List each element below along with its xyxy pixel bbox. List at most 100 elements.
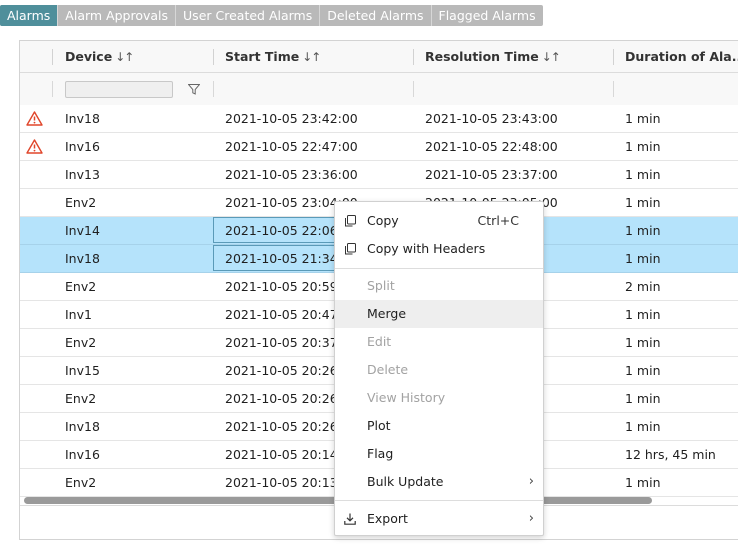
cell-start-time[interactable]: 2021-10-05 20:14 [225, 441, 338, 468]
menu-item-export[interactable]: Export › [335, 505, 543, 533]
menu-item-merge[interactable]: Merge [335, 300, 543, 328]
menu-divider [335, 500, 543, 501]
menu-item-label: Export [367, 511, 408, 526]
tab-alarm-approvals[interactable]: Alarm Approvals [58, 5, 175, 26]
column-header-duration[interactable]: Duration of Ala... [625, 41, 738, 72]
cell-duration[interactable]: 1 min [625, 133, 661, 160]
cell-start-time[interactable]: 2021-10-05 23:36:00 [225, 161, 358, 188]
column-header-device[interactable]: Device ↓↑ [65, 41, 134, 72]
tab-deleted-alarms[interactable]: Deleted Alarms [320, 5, 430, 26]
cell-start-time[interactable]: 2021-10-05 20:59 [225, 273, 338, 300]
table-row[interactable]: Inv18 2021-10-05 23:42:00 2021-10-05 23:43… [20, 105, 738, 133]
sort-icon[interactable]: ↓↑ [542, 50, 561, 64]
cell-duration[interactable]: 12 hrs, 45 min [625, 441, 716, 468]
cell-duration[interactable]: 1 min [625, 385, 661, 412]
menu-item-copy[interactable]: Copy Ctrl+C [335, 207, 543, 235]
device-filter-input[interactable] [65, 81, 173, 98]
cell-duration[interactable]: 1 min [625, 357, 661, 384]
column-header-label: Resolution Time [425, 49, 539, 64]
cell-device[interactable]: Inv18 [65, 245, 100, 272]
menu-item-label: Copy [367, 213, 399, 228]
cell-duration[interactable]: 2 min [625, 273, 661, 300]
context-menu: Copy Ctrl+C Copy with Headers Split Merg… [334, 201, 544, 536]
column-header-start-time[interactable]: Start Time ↓↑ [225, 41, 321, 72]
menu-item-label: Bulk Update [367, 474, 444, 489]
cell-device[interactable]: Inv13 [65, 161, 100, 188]
cell-duration[interactable]: 1 min [625, 469, 661, 496]
tab-bar: Alarms Alarm Approvals User Created Alar… [0, 0, 738, 29]
menu-item-split: Split [335, 272, 543, 300]
cell-device[interactable]: Inv15 [65, 357, 100, 384]
menu-item-label: Delete [367, 362, 409, 377]
cell-device[interactable]: Env2 [65, 385, 96, 412]
column-divider[interactable] [413, 49, 414, 65]
menu-item-label: View History [367, 390, 446, 405]
filter-divider [413, 81, 414, 97]
tab-user-created-alarms[interactable]: User Created Alarms [176, 5, 319, 26]
cell-start-time[interactable]: 2021-10-05 21:34 [225, 245, 338, 272]
cell-device[interactable]: Inv1 [65, 301, 92, 328]
column-divider[interactable] [213, 49, 214, 65]
cell-device[interactable]: Env2 [65, 189, 96, 216]
menu-item-label: Flag [367, 446, 394, 461]
tab-flagged-alarms[interactable]: Flagged Alarms [432, 5, 543, 26]
cell-duration[interactable]: 1 min [625, 105, 661, 132]
cell-device[interactable]: Env2 [65, 273, 96, 300]
menu-item-label: Plot [367, 418, 391, 433]
cell-start-time[interactable]: 2021-10-05 22:06 [225, 217, 338, 244]
menu-item-label: Merge [367, 306, 407, 321]
table-row[interactable]: Inv16 2021-10-05 22:47:00 2021-10-05 22:48… [20, 133, 738, 161]
menu-item-label: Copy with Headers [367, 241, 486, 256]
cell-device[interactable]: Inv16 [65, 441, 100, 468]
cell-duration[interactable]: 1 min [625, 245, 661, 272]
cell-start-time[interactable]: 2021-10-05 20:26 [225, 357, 338, 384]
cell-duration[interactable]: 1 min [625, 189, 661, 216]
cell-start-time[interactable]: 2021-10-05 23:42:00 [225, 105, 358, 132]
cell-start-time[interactable]: 2021-10-05 20:26 [225, 413, 338, 440]
cell-start-time[interactable]: 2021-10-05 20:13 [225, 469, 338, 496]
tab-alarms[interactable]: Alarms [0, 5, 58, 26]
download-icon [344, 513, 356, 525]
cell-start-time[interactable]: 2021-10-05 20:37 [225, 329, 338, 356]
cell-resolution-time[interactable]: 2021-10-05 23:43:00 [425, 105, 558, 132]
cell-duration[interactable]: 1 min [625, 329, 661, 356]
cell-device[interactable]: Inv14 [65, 217, 100, 244]
cell-start-time[interactable]: 2021-10-05 20:47 [225, 301, 338, 328]
cell-duration[interactable]: 1 min [625, 413, 661, 440]
sort-icon[interactable]: ↓↑ [302, 50, 321, 64]
cell-device[interactable]: Env2 [65, 469, 96, 496]
column-header-resolution-time[interactable]: Resolution Time ↓↑ [425, 41, 561, 72]
menu-item-edit: Edit [335, 328, 543, 356]
column-divider[interactable] [613, 49, 614, 65]
copy-icon [345, 243, 356, 255]
table-row[interactable]: Inv13 2021-10-05 23:36:00 2021-10-05 23:37… [20, 161, 738, 189]
cell-duration[interactable]: 1 min [625, 217, 661, 244]
filter-divider [213, 81, 214, 97]
shortcut-label: Ctrl+C [477, 213, 519, 228]
menu-item-copy-with-headers[interactable]: Copy with Headers [335, 235, 543, 263]
filter-divider [52, 81, 53, 97]
warning-icon [26, 111, 43, 126]
menu-item-view-history: View History [335, 384, 543, 412]
menu-item-delete: Delete [335, 356, 543, 384]
cell-device[interactable]: Env2 [65, 329, 96, 356]
menu-divider [335, 268, 543, 269]
menu-item-bulk-update[interactable]: Bulk Update › [335, 468, 543, 496]
cell-device[interactable]: Inv16 [65, 133, 100, 160]
filter-icon[interactable] [188, 84, 200, 95]
sort-icon[interactable]: ↓↑ [115, 50, 134, 64]
cell-duration[interactable]: 1 min [625, 301, 661, 328]
cell-device[interactable]: Inv18 [65, 413, 100, 440]
menu-item-flag[interactable]: Flag [335, 440, 543, 468]
column-divider[interactable] [52, 49, 53, 65]
cell-start-time[interactable]: 2021-10-05 22:47:00 [225, 133, 358, 160]
cell-resolution-time[interactable]: 2021-10-05 22:48:00 [425, 133, 558, 160]
cell-start-time[interactable]: 2021-10-05 20:26 [225, 385, 338, 412]
menu-item-plot[interactable]: Plot [335, 412, 543, 440]
warning-icon [26, 139, 43, 154]
column-header-label: Duration of Ala... [625, 49, 738, 64]
cell-device[interactable]: Inv18 [65, 105, 100, 132]
copy-icon [345, 215, 356, 227]
cell-duration[interactable]: 1 min [625, 161, 661, 188]
cell-resolution-time[interactable]: 2021-10-05 23:37:00 [425, 161, 558, 188]
